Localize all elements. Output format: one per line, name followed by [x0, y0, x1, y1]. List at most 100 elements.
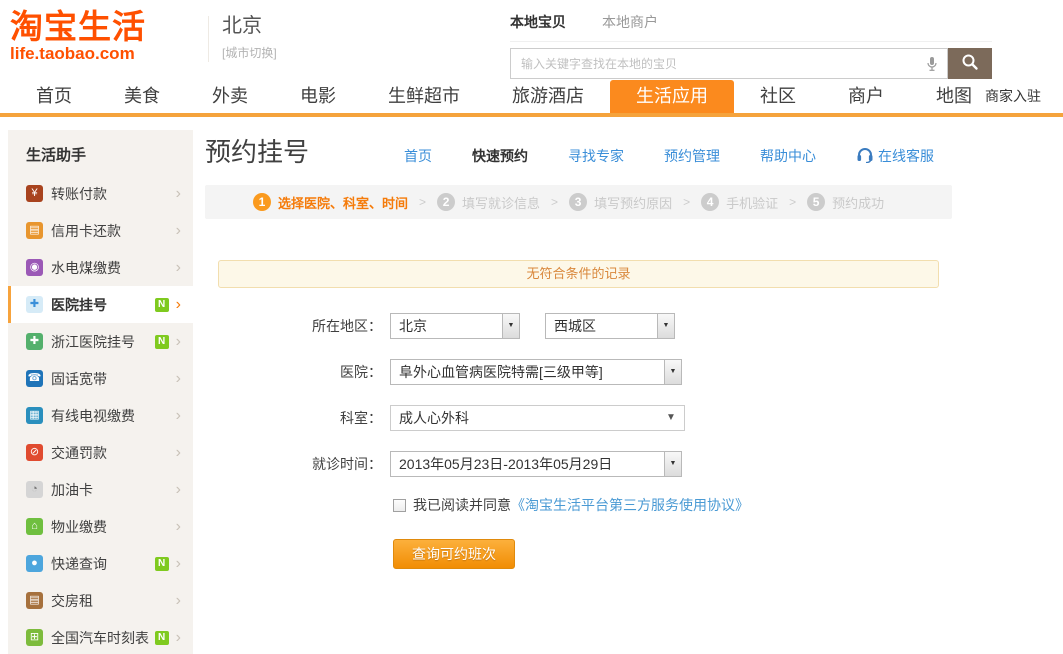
tab-help-center[interactable]: 帮助中心: [760, 146, 816, 166]
sidebar-item-property-fee[interactable]: ⌂ 物业缴费 ›: [8, 508, 193, 545]
step-label: 填写预约原因: [594, 193, 672, 212]
time-select[interactable]: 2013年05月23日-2013年05月29日 ▼: [390, 451, 682, 477]
sidebar-item-cable-tv[interactable]: ▦ 有线电视缴费 ›: [8, 397, 193, 434]
form-row-hospital: 医院： 阜外心血管病医院特需[三级甲等] ▼: [205, 359, 952, 385]
search-area: 本地宝贝 本地商户: [510, 12, 992, 79]
city-switch-link[interactable]: [城市切换]: [222, 44, 277, 61]
district-select[interactable]: 西城区 ▼: [545, 313, 675, 339]
property-fee-icon: ⌂: [26, 518, 43, 535]
step-separator-icon: >: [789, 195, 796, 209]
header: 淘宝生活 life.taobao.com 北京 [城市切换] 本地宝贝 本地商户: [0, 0, 1063, 80]
hospital-select[interactable]: 阜外心血管病医院特需[三级甲等] ▼: [390, 359, 682, 385]
dropdown-arrow-icon: ▼: [658, 406, 684, 430]
sidebar-item-bus-schedule[interactable]: ⊞ 全国汽车时刻表 N ›: [8, 619, 193, 654]
query-available-slots-button[interactable]: 查询可约班次: [393, 539, 515, 569]
sidebar-item-zhejiang-hospital[interactable]: ✚ 浙江医院挂号 N ›: [8, 323, 193, 360]
step-number: 4: [701, 193, 719, 211]
sidebar-item-phone-broadband[interactable]: ☎ 固话宽带 ›: [8, 360, 193, 397]
nav-item-merchants[interactable]: 商户: [822, 80, 910, 113]
step-label: 手机验证: [726, 193, 778, 212]
step-separator-icon: >: [419, 195, 426, 209]
fuel-card-icon: ◔: [26, 481, 43, 498]
sidebar-item-transfer[interactable]: ¥ 转账付款 ›: [8, 175, 193, 212]
sidebar-item-label: 固话宽带: [51, 369, 176, 389]
sidebar-item-traffic-fine[interactable]: ⊘ 交通罚款 ›: [8, 434, 193, 471]
search-button[interactable]: [948, 48, 992, 79]
hospital-icon: ✚: [26, 296, 43, 313]
chevron-right-icon: ›: [176, 520, 181, 534]
agreement-link[interactable]: 《淘宝生活平台第三方服务使用协议》: [511, 495, 749, 515]
nav-item-food[interactable]: 美食: [98, 80, 186, 113]
title-row: 预约挂号 首页 快速预约 寻找专家 预约管理 帮助中心 在线客服: [205, 132, 952, 169]
department-select[interactable]: 成人心外科 ▼: [390, 405, 685, 431]
agreement-checkbox[interactable]: [393, 499, 406, 512]
page-title: 预约挂号: [205, 132, 309, 169]
chevron-right-icon: ›: [176, 409, 181, 423]
sidebar-item-express-tracking[interactable]: ● 快递查询 N ›: [8, 545, 193, 582]
sidebar-item-label: 快递查询: [51, 554, 155, 574]
tab-quick-booking[interactable]: 快速预约: [472, 146, 528, 166]
nav-item-community[interactable]: 社区: [734, 80, 822, 113]
booking-form: 所在地区： 北京 ▼ 西城区 ▼ 医院： 阜外心血管病医院特需[三级甲等] ▼: [205, 313, 952, 569]
step-label: 预约成功: [832, 193, 884, 212]
search-input[interactable]: [510, 48, 916, 79]
transfer-icon: ¥: [26, 185, 43, 202]
microphone-icon[interactable]: [916, 48, 948, 79]
search-tab-local-items[interactable]: 本地宝贝: [510, 12, 566, 32]
district-select-value: 西城区: [546, 314, 657, 338]
dropdown-arrow-icon: ▼: [664, 452, 681, 476]
site-logo[interactable]: 淘宝生活 life.taobao.com: [10, 10, 146, 63]
credit-card-icon: ▤: [26, 222, 43, 239]
nav-item-home[interactable]: 首页: [10, 80, 98, 113]
step-separator-icon: >: [551, 195, 558, 209]
merchant-signup-link[interactable]: 商家入驻: [985, 80, 1041, 113]
chevron-right-icon: ›: [176, 187, 181, 201]
sidebar-item-label: 交通罚款: [51, 443, 176, 463]
sidebar-item-label: 全国汽车时刻表: [51, 628, 155, 648]
sidebar-item-credit-card[interactable]: ▤ 信用卡还款 ›: [8, 212, 193, 249]
express-icon: ●: [26, 555, 43, 572]
hospital-label: 医院：: [205, 362, 390, 382]
nav-item-takeout[interactable]: 外卖: [186, 80, 274, 113]
main-nav: 首页 美食 外卖 电影 生鲜超市 旅游酒店 生活应用 社区 商户 地图 商家入驻: [0, 80, 1063, 117]
step-4: 4 手机验证: [701, 193, 778, 212]
nav-item-travel-hotel[interactable]: 旅游酒店: [486, 80, 610, 113]
utilities-icon: ◉: [26, 259, 43, 276]
tab-online-service[interactable]: 在线客服: [856, 146, 934, 166]
sidebar-item-fuel-card[interactable]: ◔ 加油卡 ›: [8, 471, 193, 508]
zj-hospital-icon: ✚: [26, 333, 43, 350]
sidebar-item-utilities[interactable]: ◉ 水电煤缴费 ›: [8, 249, 193, 286]
dropdown-arrow-icon: ▼: [664, 360, 681, 384]
region-label: 所在地区：: [205, 316, 390, 336]
tab-booking-management[interactable]: 预约管理: [664, 146, 720, 166]
dropdown-arrow-icon: ▼: [657, 314, 674, 338]
sidebar-item-label: 信用卡还款: [51, 221, 176, 241]
search-tab-local-merchants[interactable]: 本地商户: [602, 12, 658, 32]
divider: [208, 16, 209, 62]
city-select[interactable]: 北京 ▼: [390, 313, 520, 339]
chevron-right-icon: ›: [176, 446, 181, 460]
sidebar-item-rent[interactable]: ▤ 交房租 ›: [8, 582, 193, 619]
logo-title: 淘宝生活: [10, 10, 146, 44]
chevron-right-icon: ›: [176, 594, 181, 608]
tab-home[interactable]: 首页: [404, 146, 432, 166]
form-row-region: 所在地区： 北京 ▼ 西城区 ▼: [205, 313, 952, 339]
tab-find-expert[interactable]: 寻找专家: [568, 146, 624, 166]
sidebar-item-hospital-registration[interactable]: ✚ 医院挂号 N ›: [8, 286, 193, 323]
nav-item-fresh-market[interactable]: 生鲜超市: [362, 80, 486, 113]
new-badge: N: [155, 335, 169, 349]
step-2: 2 填写就诊信息: [437, 193, 540, 212]
sidebar-item-label: 物业缴费: [51, 517, 176, 537]
magnifier-icon: [961, 53, 979, 74]
nav-item-life-apps[interactable]: 生活应用: [610, 80, 734, 113]
tab-online-service-label: 在线客服: [878, 146, 934, 166]
chevron-right-icon: ›: [176, 224, 181, 238]
content: 生活助手 ¥ 转账付款 › ▤ 信用卡还款 › ◉ 水电煤缴费 › ✚ 医院挂号…: [0, 130, 1063, 654]
nav-item-movies[interactable]: 电影: [274, 80, 362, 113]
sidebar-item-label: 水电煤缴费: [51, 258, 176, 278]
city-select-value: 北京: [391, 314, 502, 338]
cable-tv-icon: ▦: [26, 407, 43, 424]
bus-schedule-icon: ⊞: [26, 629, 43, 646]
department-label: 科室：: [205, 408, 390, 428]
search-box: [510, 48, 992, 79]
